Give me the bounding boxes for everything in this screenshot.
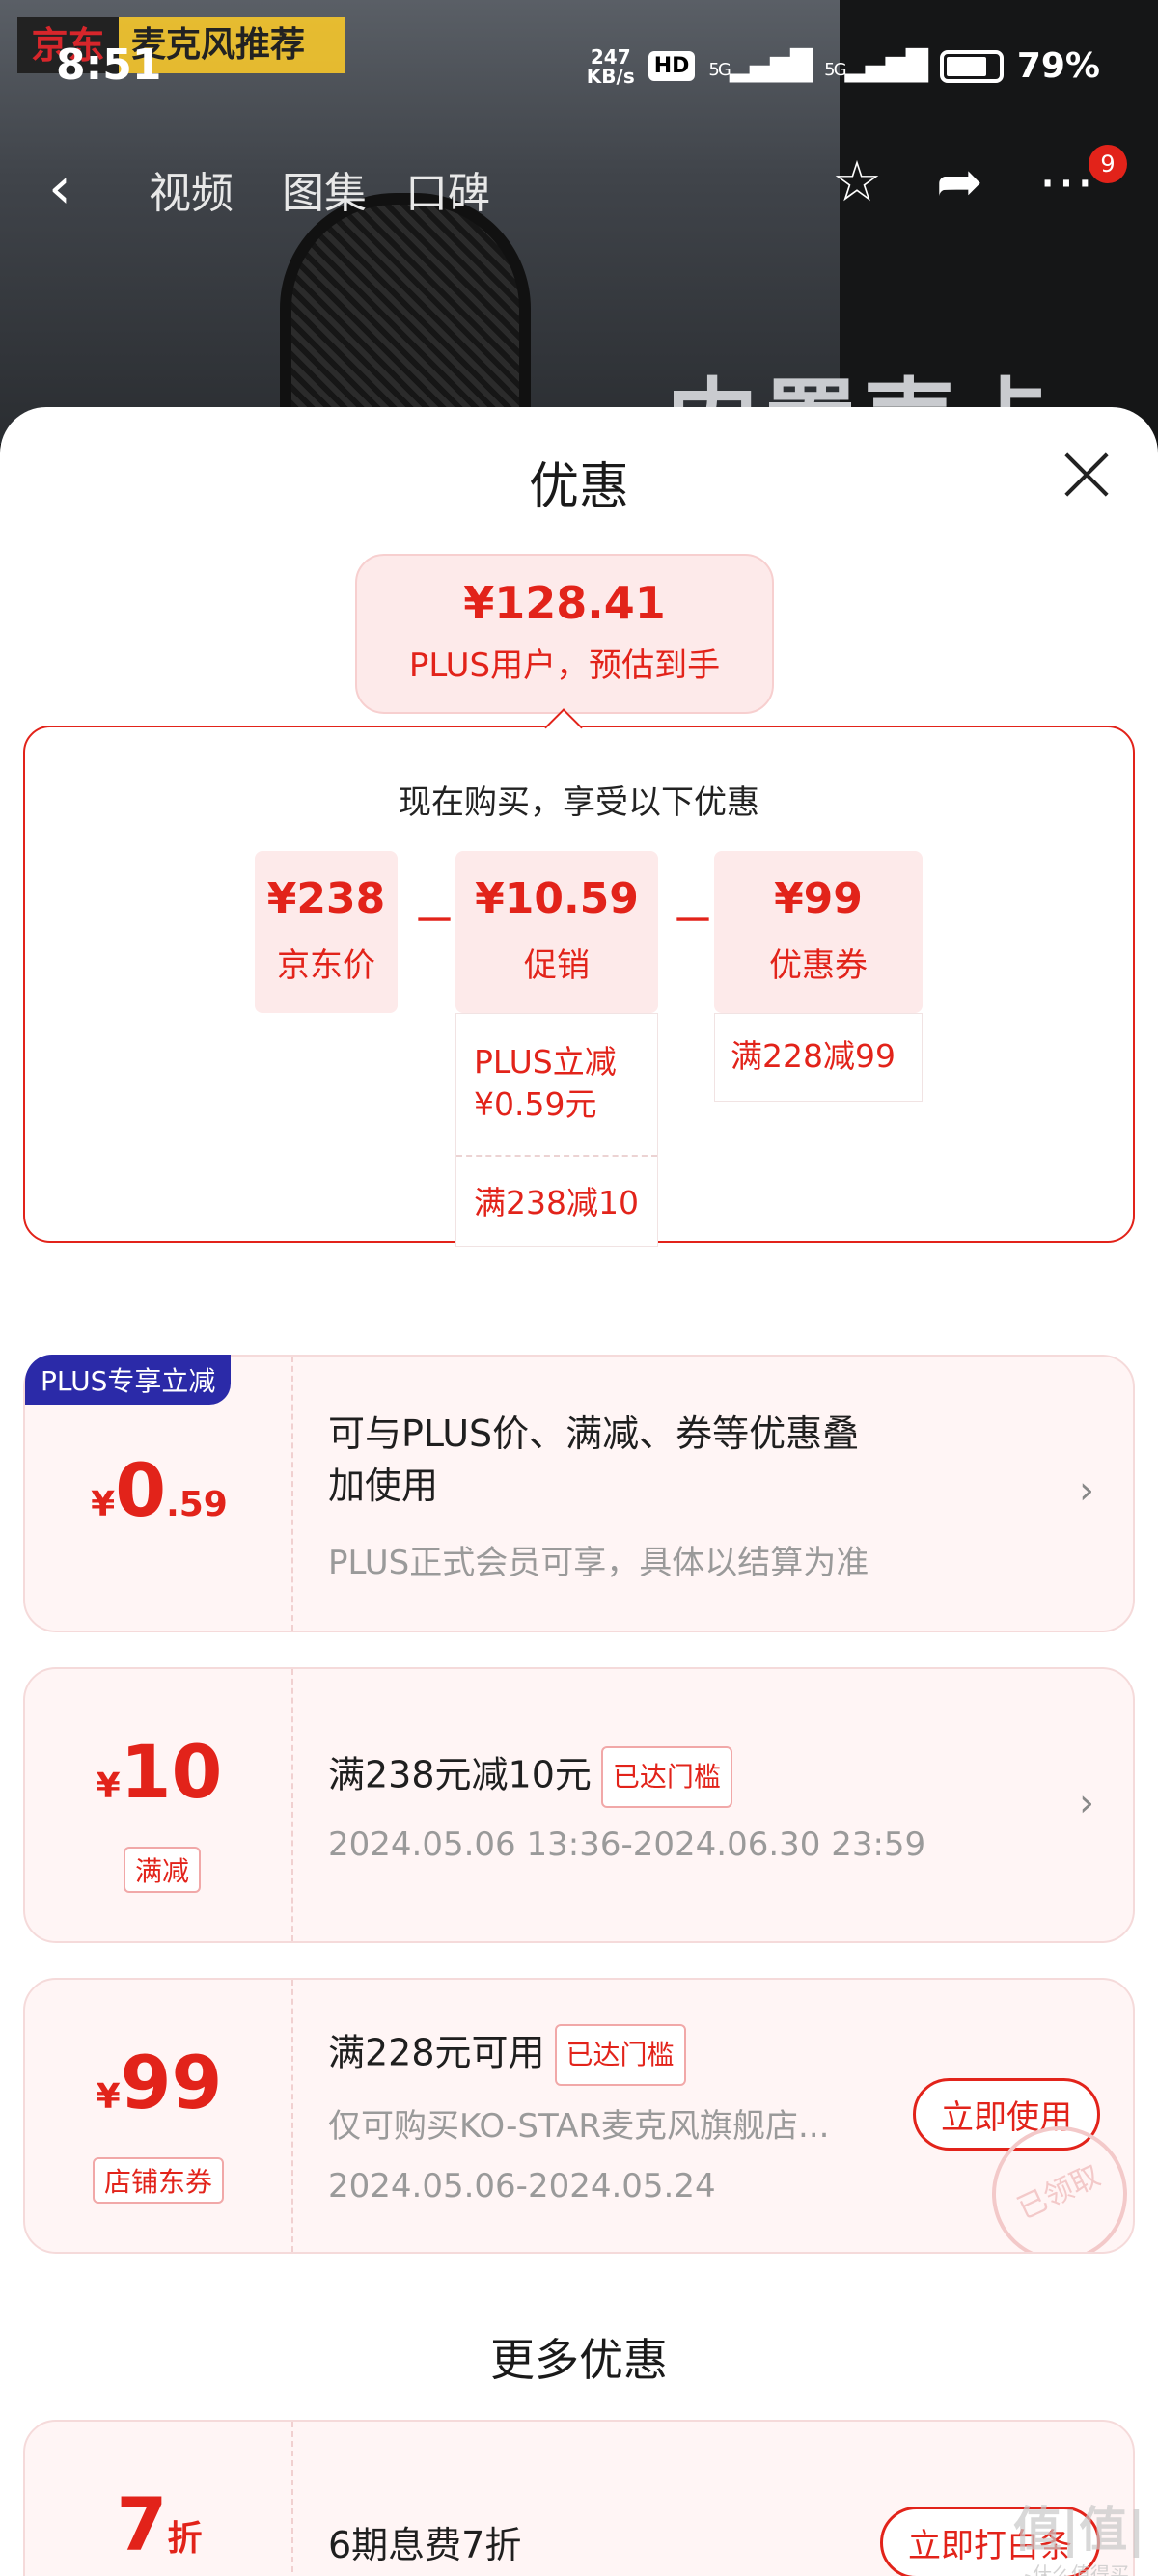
breakdown-jd-price: ¥238 京东价: [255, 851, 398, 1013]
network-speed-value: 247: [590, 44, 631, 69]
plus-reduction-label: PLUS立减: [474, 1043, 617, 1081]
discount-unit: 折: [167, 2519, 203, 2559]
plus-card-subtitle: PLUS正式会员可享，具体以结算为准: [328, 1544, 869, 1582]
jd-price-label: 京东价: [277, 946, 375, 985]
full-reduction-title-text: 满238元减10元: [328, 1753, 592, 1796]
shop-coupon-amount: ¥99: [25, 2040, 293, 2125]
installment-discount: 7折: [25, 2481, 293, 2567]
coupon-card-shop[interactable]: ¥99 店铺东券 满228元可用 已达门槛 仅可购买KO-STAR麦克风旗舰店..…: [23, 1978, 1135, 2254]
estimated-price: ¥128.41: [463, 577, 666, 629]
notification-badge: 9: [1089, 145, 1127, 183]
top-nav: ‹ 视频 图集 口碑 ☆ ➦ ⋯ 9: [0, 145, 1158, 232]
amount-decimal: .59: [166, 1485, 228, 1524]
full-reduction-detail: 满238减10: [456, 1155, 657, 1224]
threshold-reached-pill: 已达门槛: [600, 1746, 732, 1808]
jd-price-value: ¥238: [266, 874, 386, 923]
coupon-card-full-reduction[interactable]: ¥10 满减 满238元减10元 已达门槛 2024.05.06 13:36-20…: [23, 1667, 1135, 1943]
watermark-text: 什么值得买: [1033, 2562, 1129, 2576]
estimated-price-box: ¥128.41 PLUS用户，预估到手: [355, 554, 774, 714]
promo-label: 促销: [524, 946, 590, 985]
promo-details: PLUS立减 ¥0.59元 满238减10: [455, 1013, 658, 1247]
currency-symbol: ¥: [96, 1767, 121, 1806]
coupon-card-installment[interactable]: 7折 6期息费7折 立即打白条: [23, 2420, 1135, 2576]
signal-icon-2: 5G▂▄▆█: [824, 49, 928, 83]
plus-exclusive-badge: PLUS专享立减: [25, 1355, 232, 1405]
shop-coupon-dates: 2024.05.06-2024.05.24: [328, 2167, 716, 2206]
sheet-title: 优惠: [528, 458, 629, 516]
promo-value: ¥10.59: [475, 874, 639, 923]
shop-coupon-title-text: 满228元可用: [328, 2031, 545, 2074]
full-reduction-amount: ¥10: [25, 1729, 293, 1815]
discount-value: 7: [116, 2481, 168, 2567]
plus-reduction-detail: PLUS立减 ¥0.59元: [456, 1014, 657, 1155]
status-bar: 8:51 247 KB/s HD 5G▂▄▆█ 5G▂▄▆█ 79%: [0, 0, 1158, 135]
more-discounts-title: 更多优惠: [490, 2334, 668, 2386]
minus-sign-2: －: [672, 896, 714, 945]
breakdown-promo: ¥10.59 促销: [455, 851, 658, 1013]
status-icons: 247 KB/s HD 5G▂▄▆█ 5G▂▄▆█ 79%: [587, 46, 1100, 86]
full-reduction-dates: 2024.05.06 13:36-2024.06.30 23:59: [328, 1825, 926, 1864]
plus-reduction-amount: ¥0.59元: [474, 1085, 597, 1123]
more-icon[interactable]: ⋯: [1038, 149, 1094, 214]
net-type-1: 5G: [708, 60, 731, 80]
hd-icon: HD: [648, 51, 696, 81]
share-icon[interactable]: ➦: [936, 149, 983, 214]
chevron-right-icon[interactable]: ›: [1079, 1468, 1094, 1513]
threshold-reached-pill: 已达门槛: [554, 2024, 686, 2086]
tab-reviews[interactable]: 口碑: [405, 158, 490, 220]
full-reduction-title: 满238元减10元 已达门槛: [328, 1746, 732, 1808]
plus-amount: ¥0.59: [25, 1447, 293, 1533]
shop-coupon-title: 满228元可用 已达门槛: [328, 2024, 686, 2086]
coupon-label: 优惠券: [769, 946, 868, 985]
net-type-2: 5G: [824, 60, 846, 80]
coupon-value: ¥99: [774, 874, 863, 923]
star-icon[interactable]: ☆: [832, 149, 882, 214]
plus-card-title-2: 加使用: [328, 1465, 439, 1507]
price-breakdown: 现在购买，享受以下优惠 ¥238 京东价 － ¥10.59 促销 － ¥99 优…: [23, 726, 1135, 1247]
breakdown-coupon: ¥99 优惠券: [714, 851, 923, 1013]
back-icon[interactable]: ‹: [48, 154, 71, 222]
amount-integer: 0: [115, 1447, 167, 1533]
amount-value: 99: [120, 2040, 223, 2125]
installment-title: 6期息费7折: [328, 2524, 522, 2566]
network-speed: 247 KB/s: [587, 47, 635, 86]
estimated-price-label: PLUS用户，预估到手: [408, 646, 721, 685]
close-icon[interactable]: [1062, 450, 1112, 500]
network-speed-unit: KB/s: [586, 64, 635, 88]
currency-symbol: ¥: [96, 2077, 121, 2117]
battery-percent: 79%: [1016, 46, 1100, 86]
coupon-card-plus[interactable]: PLUS专享立减 ¥0.59 可与PLUS价、满减、券等优惠叠 加使用 PLUS…: [23, 1355, 1135, 1632]
minus-sign-1: －: [413, 896, 455, 945]
chevron-right-icon[interactable]: ›: [1079, 1781, 1094, 1825]
coupon-details: 满228减99: [714, 1013, 923, 1102]
plus-card-title-1: 可与PLUS价、满减、券等优惠叠: [328, 1412, 860, 1455]
status-time: 8:51: [56, 41, 162, 90]
signal-icon-1: 5G▂▄▆█: [708, 49, 813, 83]
shop-coupon-scope: 仅可购买KO-STAR麦克风旗舰店...: [328, 2107, 830, 2146]
coupon-detail: 满228减99: [731, 1037, 896, 1075]
battery-icon: [939, 49, 1004, 83]
tab-gallery[interactable]: 图集: [282, 158, 367, 220]
breakdown-heading: 现在购买，享受以下优惠: [399, 783, 759, 822]
amount-value: 10: [120, 1729, 223, 1815]
shop-coupon-tag: 店铺东券: [93, 2157, 225, 2204]
tab-video[interactable]: 视频: [149, 158, 234, 220]
discount-sheet: 优惠 ¥128.41 PLUS用户，预估到手 现在购买，享受以下优惠 ¥238 …: [0, 407, 1158, 2576]
currency-symbol: ¥: [91, 1485, 116, 1524]
full-reduction-tag: 满减: [124, 1847, 202, 1893]
